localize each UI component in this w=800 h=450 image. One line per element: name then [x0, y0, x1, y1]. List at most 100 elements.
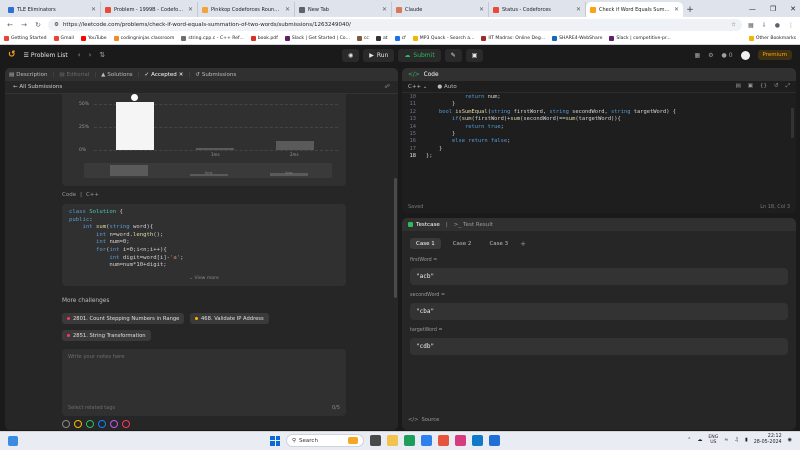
- bookmark-item[interactable]: Slack | Get Started | Co...: [284, 36, 350, 41]
- runtime-bar-2ms[interactable]: [276, 141, 314, 150]
- language-indicator[interactable]: ENG US: [708, 435, 718, 446]
- tab-submissions[interactable]: ↺ Submissions: [195, 72, 236, 78]
- photos-app-icon[interactable]: [472, 435, 483, 446]
- browser-app-icon[interactable]: [438, 435, 449, 446]
- new-tab-icon[interactable]: +: [683, 2, 697, 17]
- close-tab-icon[interactable]: ✕: [285, 6, 290, 13]
- back-icon[interactable]: ←: [6, 21, 14, 29]
- widgets-icon[interactable]: [8, 436, 18, 446]
- file-explorer-icon[interactable]: [387, 435, 398, 446]
- notes-icon[interactable]: ▤: [736, 83, 741, 90]
- browser-tab[interactable]: Problem - 1999B - Codeforces ✕: [101, 2, 198, 17]
- submit-button[interactable]: ☁ Submit: [398, 48, 441, 62]
- note-color-option[interactable]: [74, 420, 82, 428]
- reload-icon[interactable]: ↻: [34, 21, 42, 29]
- menu-dots-icon[interactable]: ⋮: [788, 22, 794, 29]
- first-word-input[interactable]: "acb": [410, 268, 788, 285]
- taskbar-search[interactable]: ⚲ Search: [286, 434, 364, 447]
- challenge-chip[interactable]: 2851. String Transformation: [62, 330, 151, 341]
- other-bookmarks[interactable]: Other Bookmarks: [748, 36, 796, 41]
- bookmark-item[interactable]: Getting Started: [4, 36, 47, 41]
- url-field[interactable]: ⚙ https://leetcode.com/problems/check-if…: [48, 19, 743, 31]
- bookmark-item[interactable]: IIT Madras: Online Deg...: [481, 36, 545, 41]
- tab-testcase[interactable]: Testcase: [408, 222, 440, 228]
- browser-tab[interactable]: New Tab ✕: [295, 2, 392, 17]
- extensions-icon[interactable]: ▦: [748, 22, 754, 29]
- profile-icon[interactable]: ●: [775, 22, 780, 29]
- select-tags-input[interactable]: Select related tags: [68, 405, 115, 411]
- submitted-code-block[interactable]: class Solution {public: int sum(string w…: [62, 204, 346, 286]
- bookmark-item[interactable]: Gmail: [53, 36, 74, 41]
- browser-tab[interactable]: Check if Word Equals Summati ✕: [586, 2, 683, 17]
- tab-test-result[interactable]: >_ Test Result: [454, 222, 493, 228]
- browser-tab[interactable]: Claude ✕: [392, 2, 489, 17]
- site-info-icon[interactable]: ⚙: [54, 22, 59, 28]
- prev-problem-icon[interactable]: ‹: [78, 51, 81, 59]
- bookmark-item[interactable]: SHARE4-WebShare: [552, 36, 602, 41]
- close-tab-icon[interactable]: ✕: [479, 6, 484, 13]
- bookmark-icon[interactable]: ▣: [748, 83, 753, 90]
- browser-tab[interactable]: TLE Eliminators ✕: [4, 2, 101, 17]
- forward-icon[interactable]: →: [20, 21, 28, 29]
- bookmark-item[interactable]: at: [375, 36, 388, 41]
- bookmark-star-icon[interactable]: ☆: [731, 22, 736, 28]
- close-tab-icon[interactable]: ✕: [179, 72, 184, 78]
- left-scrollbar[interactable]: [394, 178, 397, 298]
- cloud-icon[interactable]: ☁: [697, 437, 702, 443]
- note-color-option[interactable]: [98, 420, 106, 428]
- notes-textarea[interactable]: Write your notes here Select related tag…: [62, 349, 346, 416]
- code-editor[interactable]: 10 return num; 11 } 12 bool isSumEqual(str…: [402, 94, 796, 198]
- windows-start-icon[interactable]: [270, 435, 280, 446]
- tray-chevron-icon[interactable]: ⌃: [687, 437, 691, 443]
- runtime-bar-current[interactable]: [116, 102, 154, 150]
- braces-icon[interactable]: {}: [760, 83, 767, 90]
- download-icon[interactable]: ⇩: [762, 22, 767, 29]
- case-tab-3[interactable]: Case 3: [483, 238, 514, 249]
- run-button[interactable]: ▶ Run: [363, 48, 395, 62]
- editor-scrollbar[interactable]: [791, 108, 794, 138]
- whiteboard-icon[interactable]: ▣: [465, 48, 484, 62]
- volume-icon[interactable]: ♫: [734, 437, 738, 443]
- wifi-icon[interactable]: ≈: [724, 437, 728, 443]
- notes-icon[interactable]: ✎: [444, 48, 462, 62]
- bookmark-item[interactable]: book.pdf: [250, 36, 278, 41]
- close-tab-icon[interactable]: ✕: [188, 6, 193, 13]
- shuffle-icon[interactable]: ⇅: [99, 51, 105, 59]
- bookmark-item[interactable]: MP3 Quack - Search a...: [412, 36, 474, 41]
- store-icon[interactable]: [421, 435, 432, 446]
- expand-icon[interactable]: ⤢: [786, 83, 790, 90]
- notifications-icon[interactable]: ◉: [788, 437, 792, 443]
- target-word-input[interactable]: "cdb": [410, 338, 788, 355]
- second-word-input[interactable]: "cba": [410, 303, 788, 320]
- note-color-option[interactable]: [122, 420, 130, 428]
- add-case-icon[interactable]: +: [520, 240, 526, 248]
- spreadsheet-app-icon[interactable]: [404, 435, 415, 446]
- close-tab-icon[interactable]: ✕: [576, 6, 581, 13]
- view-more-button[interactable]: ⌄ View more: [62, 275, 346, 283]
- tab-editorial[interactable]: ▤ Editorial: [59, 72, 89, 78]
- note-color-option[interactable]: [86, 420, 94, 428]
- avatar[interactable]: [740, 50, 750, 60]
- auto-mode-toggle[interactable]: ● Auto: [437, 84, 456, 90]
- minimize-icon[interactable]: —: [749, 5, 756, 13]
- note-color-option[interactable]: [110, 420, 118, 428]
- bookmark-item[interactable]: codingninjas classroom: [113, 36, 174, 41]
- bookmark-item[interactable]: Slack | competitive-pr...: [609, 36, 671, 41]
- system-clock[interactable]: 22:12 28-05-2024: [754, 434, 782, 446]
- maximize-icon[interactable]: ❐: [770, 5, 776, 13]
- bookmark-item[interactable]: cc: [356, 36, 369, 41]
- tab-solutions[interactable]: ▲ Solutions: [101, 72, 133, 78]
- task-view-icon[interactable]: [370, 435, 381, 446]
- case-tab-2[interactable]: Case 2: [447, 238, 478, 249]
- bookmark-item[interactable]: YouTube: [80, 36, 107, 41]
- close-tab-icon[interactable]: ✕: [382, 6, 387, 13]
- streak-counter[interactable]: ● 0: [722, 52, 733, 59]
- media-app-icon[interactable]: [455, 435, 466, 446]
- browser-tab[interactable]: Pinkkop Codeforces Round 90/✕: [198, 2, 295, 17]
- tab-description[interactable]: ▤ Description: [9, 72, 48, 78]
- debug-button[interactable]: ◉: [342, 48, 360, 62]
- share-icon[interactable]: ☍: [384, 84, 390, 90]
- source-link[interactable]: </> Source: [408, 417, 439, 423]
- premium-button[interactable]: Premium: [757, 50, 792, 60]
- all-submissions-link[interactable]: ← All Submissions ☍: [5, 81, 398, 94]
